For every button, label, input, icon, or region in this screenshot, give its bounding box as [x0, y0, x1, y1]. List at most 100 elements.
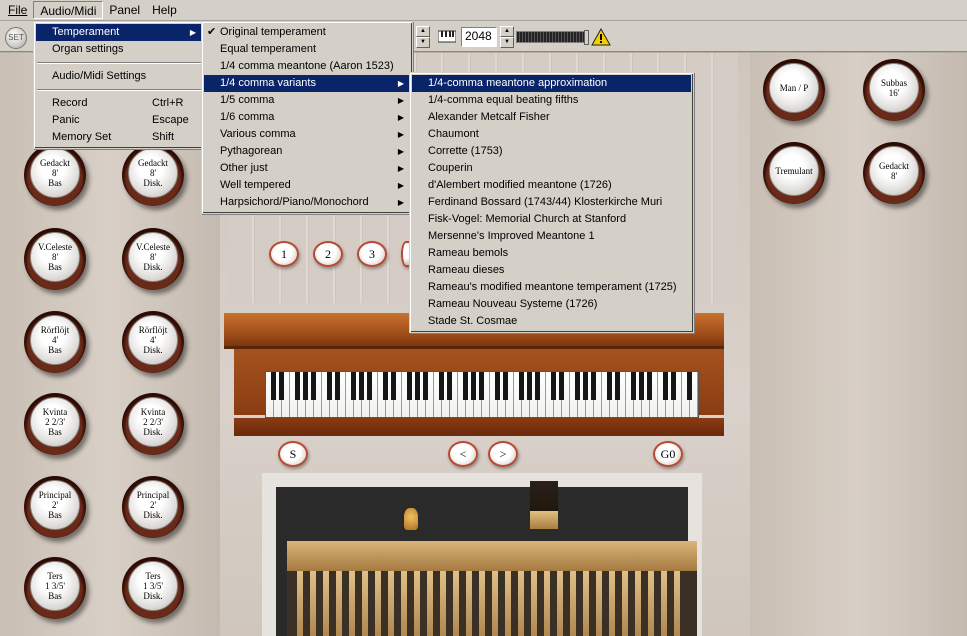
stop-subbas[interactable]: Subbas 16'	[863, 59, 925, 121]
variant-item[interactable]: Rameau bemols	[412, 245, 691, 262]
stop-principal-bas[interactable]: Principal 2' Bas	[24, 476, 86, 538]
stop-gedackt-bas[interactable]: Gedackt 8' Bas	[24, 144, 86, 206]
previous-button[interactable]: <	[448, 441, 478, 467]
black-key[interactable]	[519, 372, 524, 400]
menu-item-sixth-comma[interactable]: 1/6 comma ▶	[204, 109, 410, 126]
black-key[interactable]	[687, 372, 692, 400]
pedal-key[interactable]	[531, 571, 537, 636]
pedal-key[interactable]	[492, 571, 498, 636]
stop-vceleste-disk[interactable]: V.Celeste 8' Disk.	[122, 228, 184, 290]
black-key[interactable]	[335, 372, 340, 400]
pedal-key[interactable]	[479, 571, 485, 636]
black-key[interactable]	[383, 372, 388, 400]
black-key[interactable]	[351, 372, 356, 400]
manual-keyboard[interactable]	[265, 371, 699, 418]
combination-button-3[interactable]: 3	[357, 241, 387, 267]
polyphony-spinner[interactable]: ▲ ▼	[500, 26, 514, 48]
black-key[interactable]	[631, 372, 636, 400]
stop-kvinta-disk[interactable]: Kvinta 2 2/3' Disk.	[122, 393, 184, 455]
menu-item-memory-set[interactable]: Memory Set Shift	[36, 129, 202, 146]
menu-audio-midi[interactable]: Audio/Midi	[33, 1, 104, 19]
pedal-key[interactable]	[674, 571, 680, 636]
variant-item[interactable]: Couperin	[412, 160, 691, 177]
black-key[interactable]	[527, 372, 532, 400]
pedal-key[interactable]	[544, 571, 550, 636]
volume-slider[interactable]	[516, 30, 589, 45]
menu-item-original-temperament[interactable]: ✔ Original temperament	[204, 24, 410, 41]
black-key[interactable]	[279, 372, 284, 400]
pedal-key[interactable]	[336, 571, 342, 636]
black-key[interactable]	[663, 372, 668, 400]
menu-item-fifth-comma[interactable]: 1/5 comma ▶	[204, 92, 410, 109]
polyphony-input[interactable]: 2048	[461, 27, 497, 47]
black-key[interactable]	[495, 372, 500, 400]
menu-panel[interactable]: Panel	[103, 1, 146, 19]
black-key[interactable]	[423, 372, 428, 400]
black-key[interactable]	[367, 372, 372, 400]
variant-item[interactable]: Rameau's modified meantone temperament (…	[412, 279, 691, 296]
menu-item-well-tempered[interactable]: Well tempered ▶	[204, 177, 410, 194]
menu-item-other-just[interactable]: Other just ▶	[204, 160, 410, 177]
spin-up-icon[interactable]: ▲	[500, 26, 514, 37]
swell-shoe[interactable]	[530, 481, 558, 529]
pedal-key[interactable]	[635, 571, 641, 636]
pedal-keyboard[interactable]	[287, 571, 697, 636]
menu-item-harpsichord[interactable]: Harpsichord/Piano/Monochord ▶	[204, 194, 410, 211]
pedal-key[interactable]	[596, 571, 602, 636]
pedal-key[interactable]	[310, 571, 316, 636]
black-key[interactable]	[559, 372, 564, 400]
variant-item[interactable]: Mersenne's Improved Meantone 1	[412, 228, 691, 245]
black-key[interactable]	[591, 372, 596, 400]
variant-item[interactable]: Ferdinand Bossard (1743/44) Klosterkirch…	[412, 194, 691, 211]
black-key[interactable]	[407, 372, 412, 400]
black-key[interactable]	[551, 372, 556, 400]
pedal-key[interactable]	[349, 571, 355, 636]
black-key[interactable]	[471, 372, 476, 400]
black-key[interactable]	[295, 372, 300, 400]
pedal-key[interactable]	[648, 571, 654, 636]
black-key[interactable]	[311, 372, 316, 400]
variant-item[interactable]: 1/4-comma equal beating fifths	[412, 92, 691, 109]
stop-rorflojt-bas[interactable]: Rörflöjt 4' Bas	[24, 311, 86, 373]
stop-rorflojt-disk[interactable]: Rörflöjt 4' Disk.	[122, 311, 184, 373]
menu-item-various-comma[interactable]: Various comma ▶	[204, 126, 410, 143]
combination-button-1[interactable]: 1	[269, 241, 299, 267]
black-key[interactable]	[415, 372, 420, 400]
black-key[interactable]	[447, 372, 452, 400]
set-button[interactable]: S	[278, 441, 308, 467]
black-key[interactable]	[615, 372, 620, 400]
black-key[interactable]	[647, 372, 652, 400]
black-key[interactable]	[327, 372, 332, 400]
black-key[interactable]	[503, 372, 508, 400]
combination-button-2[interactable]: 2	[313, 241, 343, 267]
next-button[interactable]: >	[488, 441, 518, 467]
pedal-key[interactable]	[362, 571, 368, 636]
volume-spinner[interactable]: ▲ ▼	[416, 26, 430, 48]
pedal-key[interactable]	[557, 571, 563, 636]
variant-item[interactable]: Stade St. Cosmae	[412, 313, 691, 330]
stop-gedackt-disk[interactable]: Gedackt 8' Disk.	[122, 144, 184, 206]
pedal-key[interactable]	[609, 571, 615, 636]
stop-tremulant[interactable]: Tremulant	[763, 142, 825, 204]
menu-item-quarter-comma-variants[interactable]: 1/4 comma variants ▶	[204, 75, 410, 92]
variant-item[interactable]: Alexander Metcalf Fisher	[412, 109, 691, 126]
spin-up-icon[interactable]: ▲	[416, 26, 430, 37]
pedal-key[interactable]	[583, 571, 589, 636]
stop-kvinta-bas[interactable]: Kvinta 2 2/3' Bas	[24, 393, 86, 455]
black-key[interactable]	[607, 372, 612, 400]
black-key[interactable]	[303, 372, 308, 400]
pedal-key[interactable]	[427, 571, 433, 636]
pedal-key[interactable]	[440, 571, 446, 636]
variant-item[interactable]: Corrette (1753)	[412, 143, 691, 160]
pedal-key[interactable]	[297, 571, 303, 636]
black-key[interactable]	[359, 372, 364, 400]
stop-gedackt-pedal[interactable]: Gedackt 8'	[863, 142, 925, 204]
black-key[interactable]	[575, 372, 580, 400]
pedal-key[interactable]	[622, 571, 628, 636]
variant-item[interactable]: Rameau dieses	[412, 262, 691, 279]
stop-vceleste-bas[interactable]: V.Celeste 8' Bas	[24, 228, 86, 290]
pedal-key[interactable]	[375, 571, 381, 636]
variant-item[interactable]: 1/4-comma meantone approximation	[412, 75, 691, 92]
menu-item-record[interactable]: Record Ctrl+R	[36, 95, 202, 112]
pedal-key[interactable]	[414, 571, 420, 636]
